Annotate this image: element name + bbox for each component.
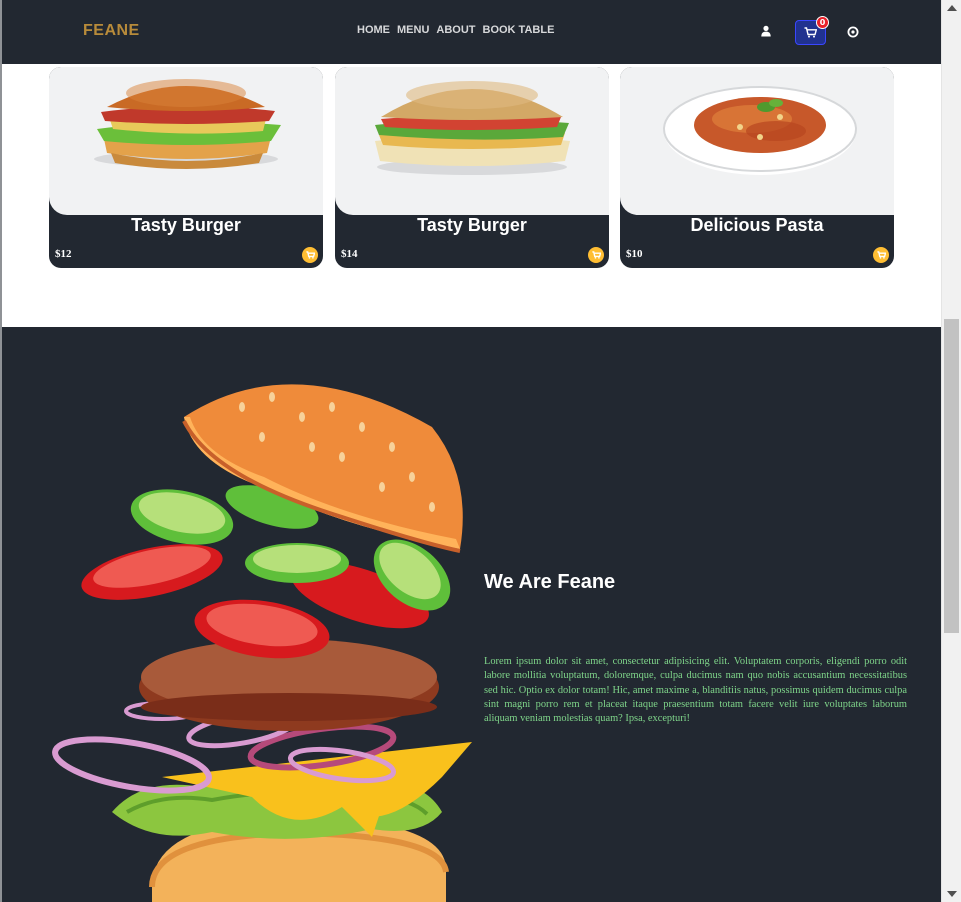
add-to-cart-button[interactable] xyxy=(302,247,318,263)
cart-button[interactable]: 0 xyxy=(795,16,829,45)
about-text: Lorem ipsum dolor sit amet, consectetur … xyxy=(484,656,907,725)
cart-icon xyxy=(876,251,886,259)
scroll-up-arrow-icon[interactable] xyxy=(947,5,957,11)
page: FEANE HOME MENU ABOUT BOOK TABLE 0 Tasty… xyxy=(0,0,961,902)
menu-item-price: $14 xyxy=(341,248,358,260)
brand-logo[interactable]: FEANE xyxy=(83,22,140,40)
user-icon[interactable] xyxy=(760,25,772,37)
menu-item-name: Tasty Burger xyxy=(417,215,527,235)
menu-item-price: $10 xyxy=(626,248,643,260)
nav-links: HOME MENU ABOUT BOOK TABLE xyxy=(357,24,554,36)
cart-icon xyxy=(305,251,315,259)
menu-item-image xyxy=(335,67,609,215)
nav-link-home[interactable]: HOME xyxy=(357,24,390,36)
add-to-cart-button[interactable] xyxy=(873,247,889,263)
cart-icon xyxy=(804,27,817,38)
menu-card[interactable]: Tasty Burger $14 xyxy=(335,67,609,268)
menu-card[interactable]: Delicious Pasta $10 xyxy=(620,67,894,268)
scroll-down-arrow-icon[interactable] xyxy=(947,891,957,897)
menu-card[interactable]: Tasty Burger $12 xyxy=(49,67,323,268)
menu-item-name: Tasty Burger xyxy=(131,215,241,235)
nav-link-menu[interactable]: MENU xyxy=(397,24,429,36)
page-scrollbar[interactable] xyxy=(941,0,961,902)
navbar: FEANE HOME MENU ABOUT BOOK TABLE 0 xyxy=(2,0,941,64)
menu-item-price: $12 xyxy=(55,248,72,260)
cart-icon xyxy=(591,251,601,259)
nav-link-book-table[interactable]: BOOK TABLE xyxy=(483,24,555,36)
window-border xyxy=(0,0,2,902)
menu-item-image xyxy=(49,67,323,215)
menu-item-name: Delicious Pasta xyxy=(690,215,824,235)
search-icon[interactable] xyxy=(847,26,859,38)
menu-item-image xyxy=(620,67,894,215)
scrollbar-thumb[interactable] xyxy=(944,319,959,633)
about-title: We Are Feane xyxy=(484,571,616,593)
add-to-cart-button[interactable] xyxy=(588,247,604,263)
about-section: We Are Feane Lorem ipsum dolor sit amet,… xyxy=(2,327,941,902)
cart-count-badge: 0 xyxy=(816,16,829,29)
burger-illustration xyxy=(52,384,472,902)
nav-link-about[interactable]: ABOUT xyxy=(436,24,475,36)
menu-section: Tasty Burger $12 Tasty Burger $14 Delici… xyxy=(2,64,941,327)
